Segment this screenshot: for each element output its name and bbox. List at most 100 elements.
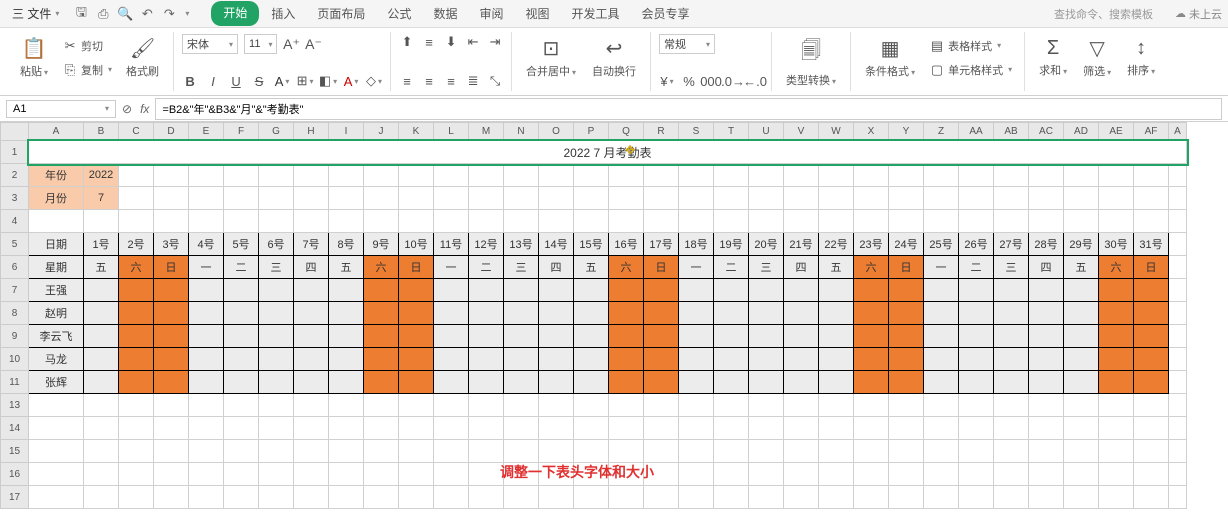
attendance-cell[interactable] — [294, 302, 329, 325]
attendance-cell[interactable] — [364, 279, 399, 302]
date-cell[interactable]: 26号 — [959, 233, 994, 256]
name-cell[interactable]: 李云飞 — [29, 325, 84, 348]
weekday-cell[interactable]: 三 — [994, 256, 1029, 279]
attendance-cell[interactable] — [434, 302, 469, 325]
tab-layout[interactable]: 页面布局 — [307, 1, 375, 26]
attendance-cell[interactable] — [959, 302, 994, 325]
attendance-cell[interactable] — [119, 371, 154, 394]
weekday-cell[interactable]: 二 — [959, 256, 994, 279]
name-cell[interactable]: 马龙 — [29, 348, 84, 371]
col-header[interactable]: L — [434, 123, 469, 141]
italic-icon[interactable]: I — [205, 73, 221, 89]
name-box[interactable]: A1▾ — [6, 100, 116, 118]
date-cell[interactable]: 2号 — [119, 233, 154, 256]
attendance-cell[interactable] — [854, 348, 889, 371]
col-header[interactable]: O — [539, 123, 574, 141]
attendance-cell[interactable] — [504, 371, 539, 394]
attendance-cell[interactable] — [364, 348, 399, 371]
cloud-status[interactable]: ☁ 未上云 — [1175, 6, 1222, 22]
weekday-cell[interactable]: 一 — [924, 256, 959, 279]
date-label-cell[interactable]: 日期 — [29, 233, 84, 256]
attendance-cell[interactable] — [574, 302, 609, 325]
date-cell[interactable]: 18号 — [679, 233, 714, 256]
attendance-cell[interactable] — [434, 348, 469, 371]
attendance-cell[interactable] — [994, 302, 1029, 325]
attendance-cell[interactable] — [1099, 325, 1134, 348]
date-cell[interactable]: 14号 — [539, 233, 574, 256]
attendance-cell[interactable] — [84, 325, 119, 348]
merge-center-button[interactable]: ⊡ 合并居中▾ — [520, 34, 582, 81]
row-header[interactable]: 10 — [1, 348, 29, 371]
title-cell[interactable]: 2022 7 月考勤表✥ — [29, 141, 1187, 164]
col-header[interactable]: X — [854, 123, 889, 141]
qat-more[interactable]: ▾ — [185, 9, 189, 18]
attendance-cell[interactable] — [854, 279, 889, 302]
col-header[interactable]: G — [259, 123, 294, 141]
date-cell[interactable]: 11号 — [434, 233, 469, 256]
attendance-cell[interactable] — [119, 279, 154, 302]
attendance-cell[interactable] — [1099, 348, 1134, 371]
attendance-cell[interactable] — [854, 325, 889, 348]
weekday-cell[interactable]: 五 — [819, 256, 854, 279]
attendance-cell[interactable] — [1064, 302, 1099, 325]
row-header[interactable]: 5 — [1, 233, 29, 256]
attendance-cell[interactable] — [714, 348, 749, 371]
search-input[interactable]: 查找命令、搜索模板 — [1046, 4, 1161, 24]
attendance-cell[interactable] — [924, 302, 959, 325]
weekday-cell[interactable]: 六 — [1099, 256, 1134, 279]
attendance-cell[interactable] — [364, 325, 399, 348]
attendance-cell[interactable] — [189, 348, 224, 371]
attendance-cell[interactable] — [609, 371, 644, 394]
attendance-cell[interactable] — [574, 371, 609, 394]
attendance-cell[interactable] — [434, 371, 469, 394]
font-size-select[interactable]: 11▾ — [244, 34, 277, 54]
attendance-cell[interactable] — [819, 279, 854, 302]
attendance-cell[interactable] — [609, 348, 644, 371]
attendance-cell[interactable] — [294, 325, 329, 348]
weekday-cell[interactable]: 三 — [259, 256, 294, 279]
attendance-cell[interactable] — [574, 279, 609, 302]
weekday-cell[interactable]: 六 — [609, 256, 644, 279]
attendance-cell[interactable] — [119, 348, 154, 371]
attendance-cell[interactable] — [644, 302, 679, 325]
redo-icon[interactable]: ↷ — [161, 6, 177, 22]
attendance-cell[interactable] — [644, 348, 679, 371]
weekday-cell[interactable]: 四 — [294, 256, 329, 279]
format-painter-button[interactable]: 🖌 格式刷 — [120, 34, 165, 81]
row-header[interactable]: 17 — [1, 486, 29, 509]
row-header[interactable]: 8 — [1, 302, 29, 325]
weekday-cell[interactable]: 六 — [364, 256, 399, 279]
date-cell[interactable]: 9号 — [364, 233, 399, 256]
attendance-cell[interactable] — [259, 348, 294, 371]
attendance-cell[interactable] — [1029, 325, 1064, 348]
date-cell[interactable]: 13号 — [504, 233, 539, 256]
attendance-cell[interactable] — [784, 279, 819, 302]
attendance-cell[interactable] — [189, 279, 224, 302]
attendance-cell[interactable] — [154, 371, 189, 394]
weekday-cell[interactable]: 一 — [434, 256, 469, 279]
row-header[interactable]: 4 — [1, 210, 29, 233]
attendance-cell[interactable] — [784, 348, 819, 371]
attendance-cell[interactable] — [959, 348, 994, 371]
attendance-cell[interactable] — [329, 302, 364, 325]
col-header[interactable]: E — [189, 123, 224, 141]
attendance-cell[interactable] — [154, 348, 189, 371]
sort-button[interactable]: ↕ 排序▾ — [1121, 35, 1161, 80]
comma-icon[interactable]: 000 — [703, 73, 719, 89]
date-cell[interactable]: 28号 — [1029, 233, 1064, 256]
row-header[interactable]: 1 — [1, 141, 29, 164]
attendance-cell[interactable] — [609, 325, 644, 348]
name-cell[interactable]: 张辉 — [29, 371, 84, 394]
attendance-cell[interactable] — [889, 279, 924, 302]
attendance-cell[interactable] — [259, 279, 294, 302]
percent-icon[interactable]: % — [681, 73, 697, 89]
row-header[interactable]: 7 — [1, 279, 29, 302]
attendance-cell[interactable] — [644, 279, 679, 302]
attendance-cell[interactable] — [679, 371, 714, 394]
attendance-cell[interactable] — [679, 348, 714, 371]
attendance-cell[interactable] — [924, 325, 959, 348]
tab-dev[interactable]: 开发工具 — [561, 1, 629, 26]
month-value-cell[interactable]: 7 — [84, 187, 119, 210]
attendance-cell[interactable] — [329, 325, 364, 348]
date-cell[interactable]: 21号 — [784, 233, 819, 256]
